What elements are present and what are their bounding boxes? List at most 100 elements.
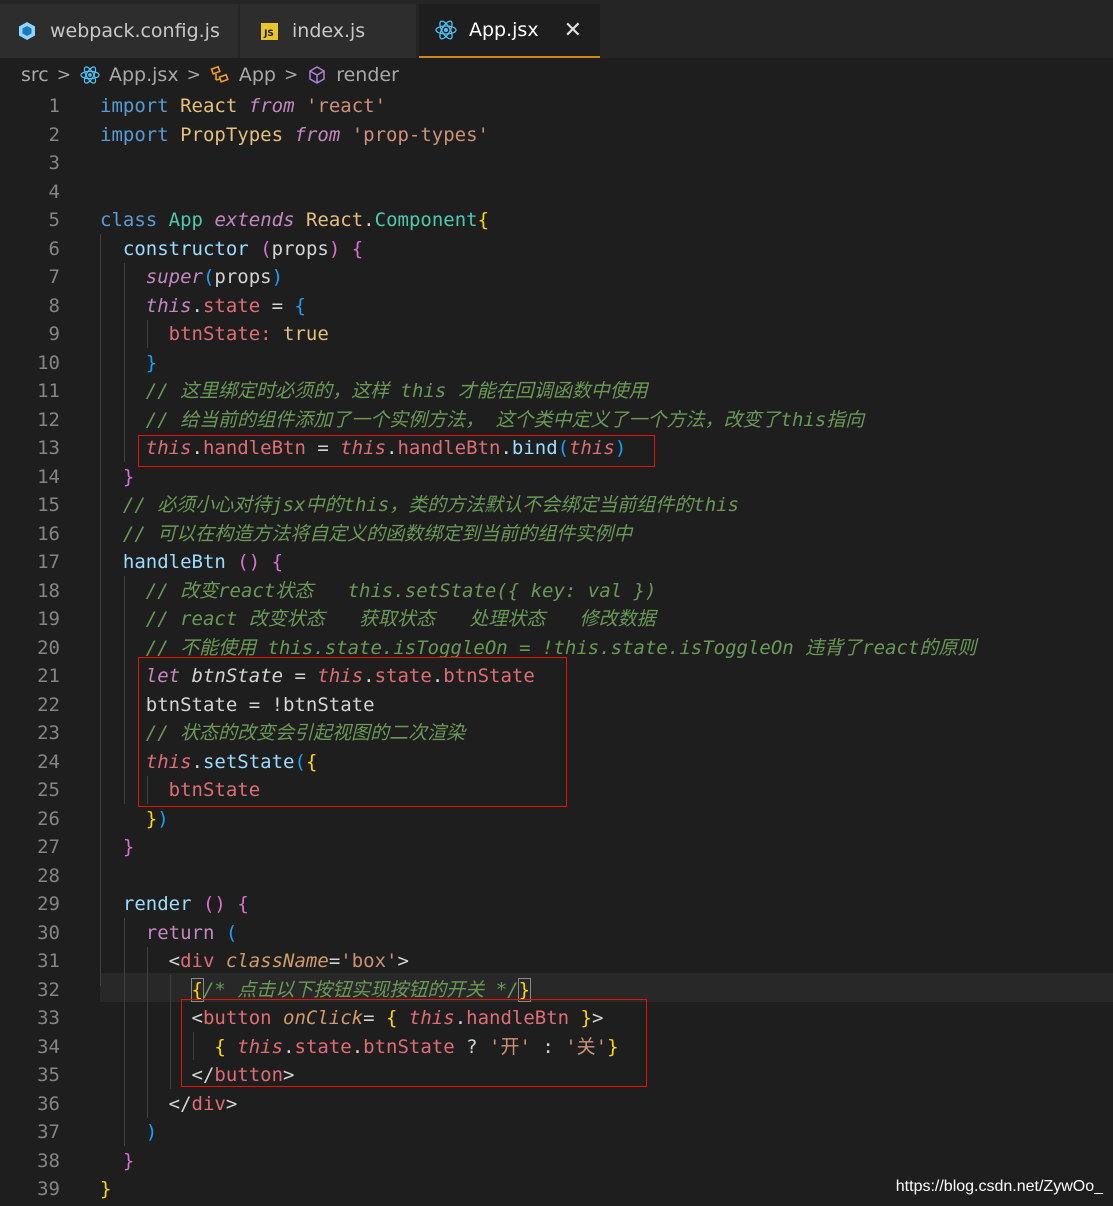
method-icon (306, 64, 328, 86)
line-number: 21 (37, 665, 60, 687)
line-number: 11 (37, 380, 60, 402)
line-number: 27 (37, 836, 60, 858)
line-number: 39 (37, 1178, 60, 1200)
watermark: https://blog.csdn.net/ZywOo_ (895, 1178, 1103, 1195)
line-number: 19 (37, 608, 60, 630)
line-number: 20 (37, 636, 60, 659)
tab-index-js[interactable]: JS index.js (240, 4, 416, 58)
highlight-box-button (181, 999, 647, 1087)
code-line: 3 (0, 149, 1113, 178)
code-text: // 可以在构造方法将自定义的函数绑定到当前的组件实例中 (100, 522, 633, 545)
code-line: 10 } (0, 349, 1113, 378)
line-number: 30 (37, 921, 60, 944)
code-text: render () { (122, 893, 249, 915)
code-line: 37 ) (0, 1118, 1113, 1147)
line-number: 10 (37, 351, 60, 374)
code-line: 28 (0, 862, 1113, 891)
code-editor[interactable]: 1 import React from 'react' 2 import PropT… (0, 92, 1113, 1206)
code-line: 31 <div className='box'> (0, 947, 1113, 976)
tab-label: index.js (292, 20, 366, 42)
close-icon[interactable]: ✕ (564, 18, 582, 43)
line-number: 37 (37, 1121, 60, 1143)
breadcrumb-item-class[interactable]: App (239, 64, 276, 86)
breadcrumb-item-src[interactable]: src (21, 64, 49, 86)
line-number: 34 (37, 1035, 60, 1058)
code-line: 29 render () { (0, 890, 1113, 919)
highlight-box-setstate (138, 657, 567, 807)
chevron-right-icon: > (186, 65, 201, 85)
code-line: 18 // 改变react状态 this.setState({ key: val… (0, 577, 1113, 606)
line-number: 35 (37, 1064, 60, 1086)
code-line: 15 // 必须小心对待jsx中的this，类的方法默认不会绑定当前组件的thi… (0, 491, 1113, 520)
code-text: import React from 'react' (100, 95, 387, 117)
react-icon (79, 64, 101, 86)
code-text: // 必须小心对待jsx中的this，类的方法默认不会绑定当前组件的this (100, 494, 740, 516)
line-number: 7 (48, 266, 60, 288)
line-number: 22 (37, 693, 60, 716)
line-number: 24 (37, 750, 60, 773)
code-line: 5 class App extends React.Component{ (0, 206, 1113, 235)
code-line: 11 // 这里绑定时必须的，这样 this 才能在回调函数中使用 (0, 377, 1113, 406)
webpack-icon (16, 20, 38, 42)
tab-label: webpack.config.js (50, 20, 220, 42)
code-text: handleBtn () { (122, 551, 284, 573)
line-number: 12 (37, 408, 60, 431)
code-text: <div className='box'> (100, 950, 409, 972)
line-number: 15 (37, 494, 60, 516)
code-text: constructor (props) { (122, 237, 364, 260)
code-text: this.state = { (145, 294, 306, 317)
react-icon (435, 19, 457, 41)
tab-app-jsx[interactable]: App.jsx ✕ (419, 4, 600, 58)
line-number: 29 (37, 893, 60, 915)
line-number: 6 (48, 237, 60, 260)
code-text: // 改变react状态 this.setState({ key: val }) (100, 579, 657, 602)
code-line: 7 super(props) (0, 263, 1113, 292)
line-number: 5 (48, 209, 60, 231)
code-line: 2 import PropTypes from 'prop-types' (0, 121, 1113, 150)
line-number: 25 (37, 779, 60, 801)
code-text: btnState: true (168, 323, 329, 345)
code-text: // 这里绑定时必须的，这样 this 才能在回调函数中使用 (100, 380, 648, 402)
line-number: 36 (37, 1092, 60, 1115)
line-number: 1 (48, 95, 60, 117)
line-number: 3 (48, 152, 60, 174)
line-number: 8 (48, 294, 60, 317)
code-text: ) (145, 1121, 158, 1143)
editor-tab-bar: webpack.config.js JS index.js App.jsx ✕ (0, 0, 1113, 58)
breadcrumb-item-file[interactable]: App.jsx (109, 64, 179, 86)
code-text: } (100, 1178, 112, 1200)
code-text: // react 改变状态 获取状态 处理状态 修改数据 (100, 608, 656, 630)
code-text: super(props) (145, 266, 284, 288)
code-line: 38 } (0, 1147, 1113, 1176)
code-line: 6 constructor (props) { (0, 235, 1113, 264)
code-line: 26 }) (0, 805, 1113, 834)
breadcrumb-item-method[interactable]: render (336, 64, 399, 86)
line-number: 4 (48, 180, 60, 203)
breadcrumb: src > App.jsx > App > render (0, 58, 1113, 92)
line-number: 38 (37, 1149, 60, 1172)
code-text: return ( (145, 921, 238, 944)
line-number: 9 (48, 323, 60, 345)
line-number: 32 (37, 978, 60, 1001)
code-text: } (122, 1149, 135, 1172)
js-icon: JS (258, 20, 280, 42)
code-text: } (122, 465, 135, 488)
chevron-right-icon: > (56, 65, 71, 85)
code-text: }) (145, 807, 169, 830)
code-line: 9 btnState: true (0, 320, 1113, 349)
line-number: 16 (37, 522, 60, 545)
code-text: class App extends React.Component{ (100, 209, 490, 231)
line-number: 13 (37, 437, 60, 459)
code-line: 8 this.state = { (0, 292, 1113, 321)
line-number: 14 (37, 465, 60, 488)
line-number: 31 (37, 950, 60, 972)
line-number: 18 (37, 579, 60, 602)
line-number: 26 (37, 807, 60, 830)
line-number: 28 (37, 864, 60, 887)
tab-label: App.jsx (469, 19, 539, 41)
code-line: 17 handleBtn () { (0, 548, 1113, 577)
tab-webpack-config[interactable]: webpack.config.js (0, 4, 238, 58)
line-number: 23 (37, 722, 60, 744)
line-number: 17 (37, 551, 60, 573)
code-line: 4 (0, 178, 1113, 207)
